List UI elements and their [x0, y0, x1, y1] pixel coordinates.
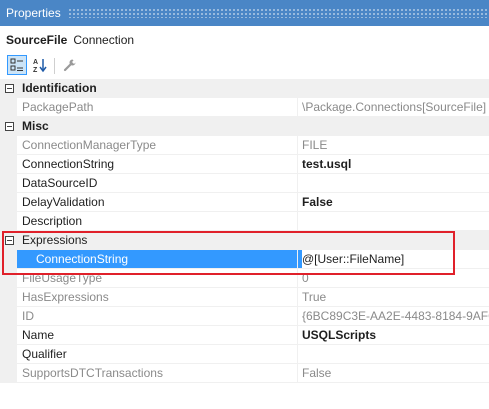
- categorized-button[interactable]: [7, 55, 27, 75]
- properties-toolbar: A Z: [0, 54, 489, 78]
- property-name: ID: [17, 307, 302, 326]
- property-value[interactable]: {6BC89C3E-AA2E-4483-8184-9AFCB: [297, 307, 489, 326]
- property-row-connectionmanagertype[interactable]: ConnectionManagerType FILE: [0, 136, 489, 155]
- toolbar-separator: [54, 58, 55, 74]
- property-name: DataSourceID: [17, 174, 302, 193]
- property-row-description[interactable]: Description: [0, 212, 489, 231]
- row-gutter: [0, 307, 17, 326]
- property-row-qualifier[interactable]: Qualifier: [0, 345, 489, 364]
- property-name: ConnectionManagerType: [17, 136, 302, 155]
- row-gutter: [0, 193, 17, 212]
- property-row-packagepath[interactable]: PackagePath \Package.Connections[SourceF…: [0, 98, 489, 117]
- property-value[interactable]: False: [297, 193, 489, 212]
- property-row-expression-connectionstring[interactable]: ConnectionString @[User::FileName]: [0, 250, 489, 269]
- wrench-icon: [63, 59, 76, 72]
- property-value[interactable]: FILE: [297, 136, 489, 155]
- collapse-icon[interactable]: [5, 84, 14, 93]
- category-misc[interactable]: Misc: [0, 117, 489, 136]
- row-gutter: [0, 288, 17, 307]
- property-value[interactable]: USQLScripts: [297, 326, 489, 345]
- property-name: Qualifier: [17, 345, 302, 364]
- property-name: HasExpressions: [17, 288, 302, 307]
- alphabetical-sort-icon: A Z: [33, 59, 47, 73]
- svg-text:Z: Z: [33, 67, 38, 73]
- property-name: Description: [17, 212, 302, 231]
- window-title: Properties: [6, 6, 61, 20]
- object-selector[interactable]: SourceFile Connection: [0, 26, 489, 54]
- property-name: PackagePath: [17, 98, 302, 117]
- property-row-datasourceid[interactable]: DataSourceID: [0, 174, 489, 193]
- property-name: DelayValidation: [17, 193, 302, 212]
- property-value[interactable]: test.usql: [297, 155, 489, 174]
- row-gutter: [0, 250, 17, 269]
- property-row-name[interactable]: Name USQLScripts: [0, 326, 489, 345]
- property-row-hasexpressions[interactable]: HasExpressions True: [0, 288, 489, 307]
- property-name: ConnectionString: [17, 250, 302, 269]
- row-gutter: [0, 364, 17, 383]
- categorized-view-icon: [10, 58, 23, 71]
- collapse-icon[interactable]: [5, 122, 14, 131]
- property-value[interactable]: [297, 212, 489, 231]
- object-name: SourceFile: [6, 33, 68, 47]
- property-value[interactable]: True: [297, 288, 489, 307]
- property-value[interactable]: @[User::FileName]: [297, 250, 489, 269]
- row-gutter: [0, 174, 17, 193]
- property-grid: Identification PackagePath \Package.Conn…: [0, 79, 489, 409]
- row-gutter: [0, 136, 17, 155]
- property-row-supportsdtctransactions[interactable]: SupportsDTCTransactions False: [0, 364, 489, 383]
- object-type: Connection: [73, 33, 135, 47]
- property-pages-button[interactable]: [60, 55, 80, 75]
- property-name: FileUsageType: [17, 269, 302, 288]
- property-value[interactable]: \Package.Connections[SourceFile]: [297, 98, 489, 117]
- property-name: Name: [17, 326, 302, 345]
- alphabetical-button[interactable]: A Z: [30, 55, 50, 75]
- row-gutter: [0, 98, 17, 117]
- property-value[interactable]: 0: [297, 269, 489, 288]
- property-row-id[interactable]: ID {6BC89C3E-AA2E-4483-8184-9AFCB: [0, 307, 489, 326]
- collapse-icon[interactable]: [5, 236, 14, 245]
- row-gutter: [0, 155, 17, 174]
- row-gutter: [0, 269, 17, 288]
- category-label: Misc: [22, 119, 49, 133]
- property-row-delayvalidation[interactable]: DelayValidation False: [0, 193, 489, 212]
- row-gutter: [0, 326, 17, 345]
- property-value[interactable]: False: [297, 364, 489, 383]
- title-bar-drag-grip[interactable]: [68, 8, 487, 18]
- property-name: SupportsDTCTransactions: [17, 364, 302, 383]
- svg-text:A: A: [33, 59, 38, 66]
- category-expressions[interactable]: Expressions: [0, 231, 489, 250]
- property-row-connectionstring[interactable]: ConnectionString test.usql: [0, 155, 489, 174]
- property-row-fileusagetype[interactable]: FileUsageType 0: [0, 269, 489, 288]
- row-gutter: [0, 212, 17, 231]
- properties-title-bar: Properties: [0, 0, 489, 26]
- property-value[interactable]: [297, 345, 489, 364]
- property-value[interactable]: [297, 174, 489, 193]
- category-label: Expressions: [22, 233, 88, 247]
- row-gutter: [0, 345, 17, 364]
- category-label: Identification: [22, 81, 97, 95]
- property-name: ConnectionString: [17, 155, 302, 174]
- category-identification[interactable]: Identification: [0, 79, 489, 98]
